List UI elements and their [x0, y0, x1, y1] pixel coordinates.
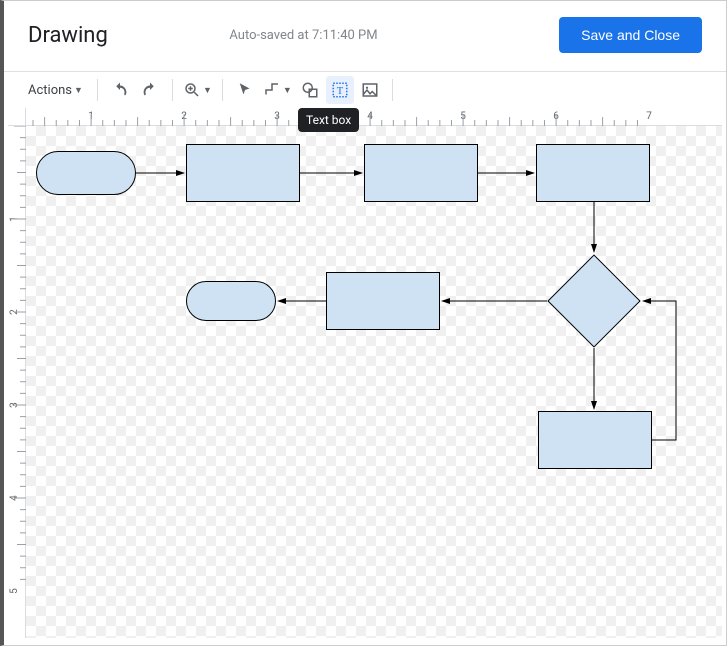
flowchart-process[interactable]: [538, 411, 652, 469]
line-tool-menu[interactable]: ▼: [261, 76, 294, 104]
flowchart-process[interactable]: [186, 144, 300, 202]
flowchart-terminator[interactable]: [36, 151, 136, 195]
text-box-icon: T: [331, 81, 349, 99]
undo-button[interactable]: [106, 76, 134, 104]
svg-text:T: T: [337, 86, 344, 97]
text-box-tool[interactable]: T: [326, 76, 354, 104]
svg-text:5: 5: [9, 588, 20, 594]
separator: [222, 79, 223, 101]
shape-icon: [301, 81, 319, 99]
svg-text:7: 7: [646, 111, 652, 122]
image-tool[interactable]: [356, 76, 384, 104]
separator: [392, 79, 393, 101]
separator: [172, 79, 173, 101]
autosave-status: Auto-saved at 7:11:40 PM: [48, 28, 559, 43]
shape-tool-menu[interactable]: [296, 76, 324, 104]
flowchart-decision[interactable]: [547, 254, 640, 347]
line-icon: [263, 81, 281, 99]
drawing-canvas[interactable]: [26, 126, 722, 638]
separator: [97, 79, 98, 101]
actions-menu[interactable]: Actions▼: [22, 76, 89, 104]
flowchart-process[interactable]: [536, 144, 650, 202]
vertical-ruler[interactable]: 12345: [8, 126, 26, 638]
caret-down-icon: ▼: [283, 85, 292, 96]
undo-icon: [111, 81, 129, 99]
connectors-layer: [26, 126, 722, 638]
zoom-icon: [183, 81, 201, 99]
zoom-menu[interactable]: ▼: [181, 76, 214, 104]
redo-icon: [141, 81, 159, 99]
save-and-close-button[interactable]: Save and Close: [559, 17, 702, 53]
horizontal-ruler[interactable]: 1234567: [26, 108, 722, 126]
flowchart-terminator[interactable]: [186, 281, 276, 321]
redo-button[interactable]: [136, 76, 164, 104]
image-icon: [361, 81, 379, 99]
ruler-corner: [8, 108, 26, 126]
toolbar: Actions▼ ▼ ▼ T Text box: [4, 72, 726, 108]
flowchart-process[interactable]: [364, 144, 478, 202]
cursor-icon: [236, 81, 254, 99]
flowchart-process[interactable]: [326, 272, 440, 330]
tooltip: Text box: [298, 108, 359, 132]
dialog-header: Drawing Auto-saved at 7:11:40 PM Save an…: [4, 1, 726, 72]
caret-down-icon: ▼: [203, 85, 212, 96]
select-tool[interactable]: [231, 76, 259, 104]
caret-down-icon: ▼: [74, 85, 83, 96]
canvas-area: 1234567 12345: [4, 108, 726, 638]
